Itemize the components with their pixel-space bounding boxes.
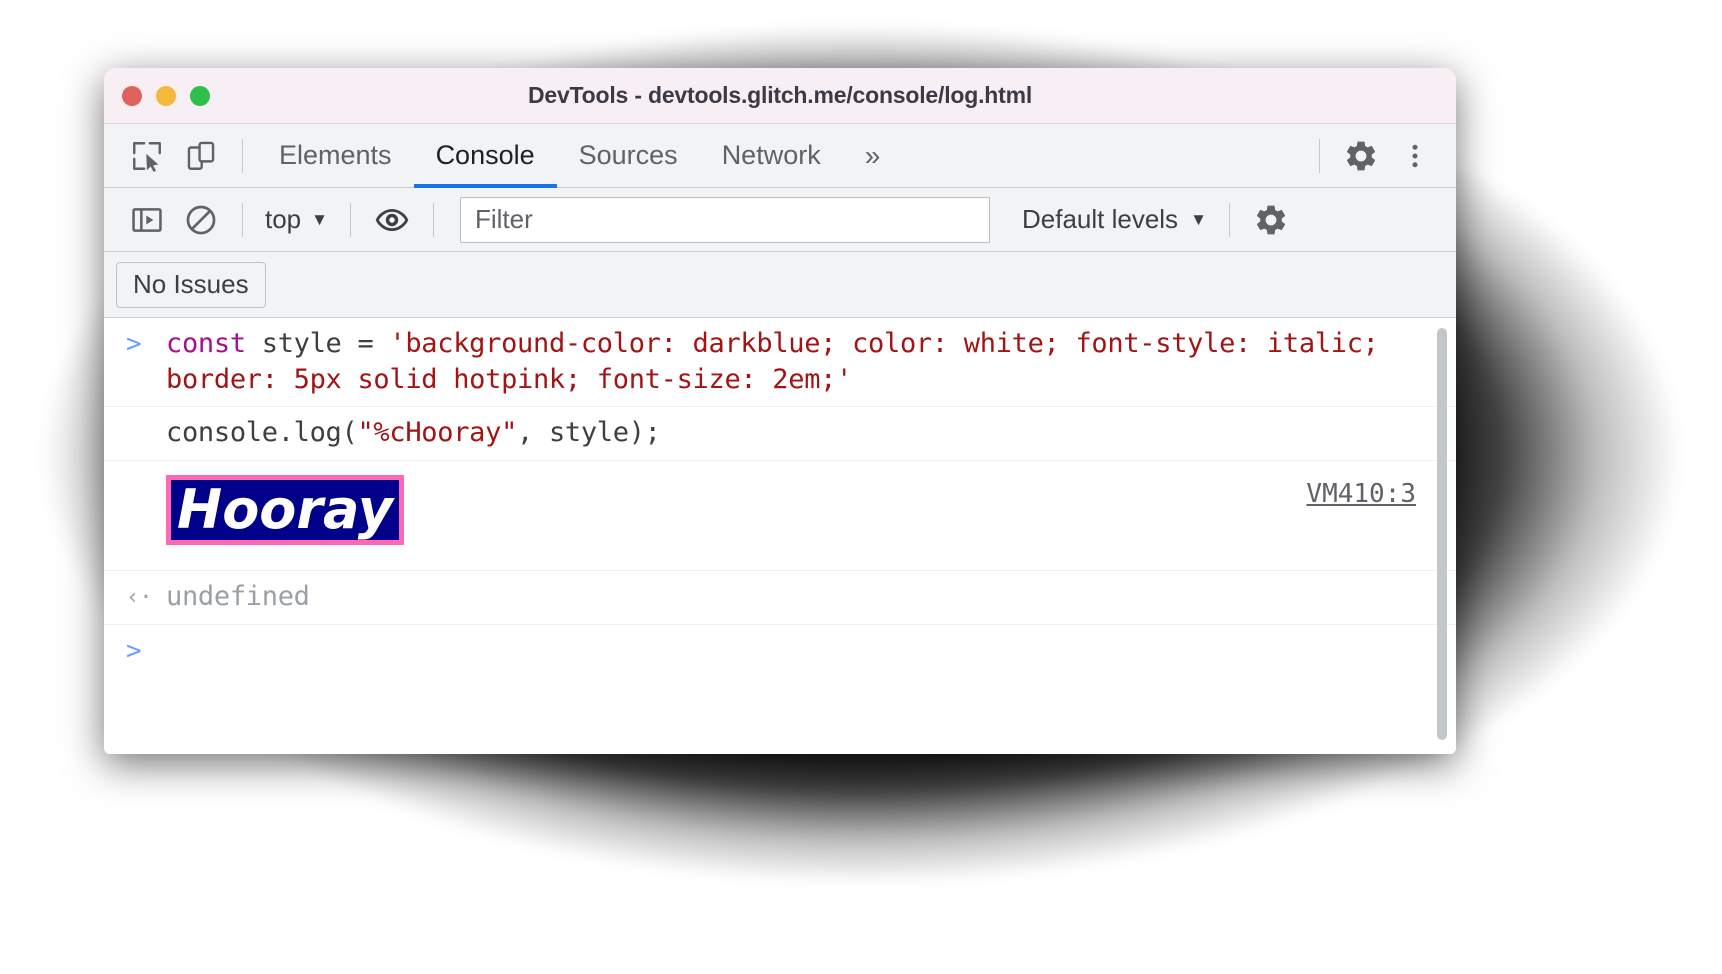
chevron-down-icon: ▼: [1190, 210, 1207, 229]
live-expression-icon[interactable]: [365, 193, 419, 247]
no-issues-label: No Issues: [133, 269, 249, 299]
console-log-expression: console.log("%cHooray", style);: [166, 415, 1426, 451]
code-token-plain: style =: [245, 328, 390, 359]
console-input-row[interactable]: > const style = 'background-color: darkb…: [104, 318, 1456, 408]
code-token-keyword: const: [166, 328, 246, 359]
no-issues-button[interactable]: No Issues: [116, 261, 266, 308]
tab-elements[interactable]: Elements: [257, 124, 414, 188]
issues-bar: No Issues: [104, 252, 1456, 318]
console-toolbar-divider-3: [432, 202, 434, 237]
devtools-tabstrip: Elements Console Sources Network »: [104, 124, 1456, 188]
window-titlebar: DevTools - devtools.glitch.me/console/lo…: [104, 68, 1456, 124]
console-toolbar-divider-4: [1228, 202, 1230, 237]
log-level-label: Default levels: [1021, 204, 1179, 234]
console-toolbar-divider-2: [349, 202, 351, 237]
prompt-arrow-icon: >: [126, 329, 142, 359]
code-token-plain: , style);: [517, 417, 661, 449]
screenshot-root: DevTools - devtools.glitch.me/console/lo…: [0, 0, 1722, 974]
gear-icon[interactable]: [1244, 193, 1298, 247]
chevron-down-icon: ▼: [311, 210, 328, 229]
maximize-window-button[interactable]: [190, 85, 210, 106]
console-log-call-row[interactable]: console.log("%cHooray", style);: [104, 407, 1456, 461]
code-token-plain: console.log(: [166, 417, 358, 449]
devtools-window: DevTools - devtools.glitch.me/console/lo…: [104, 68, 1456, 754]
minimize-window-button[interactable]: [156, 85, 176, 106]
console-output-row[interactable]: Hooray VM410:3: [104, 461, 1456, 571]
console-scrollbar-track[interactable]: [1437, 322, 1452, 750]
device-toolbar-icon[interactable]: [174, 129, 228, 183]
tab-elements-label: Elements: [279, 140, 392, 170]
toolbar-divider-right: [1319, 138, 1320, 173]
execution-context-selector[interactable]: top ▼: [257, 204, 336, 235]
source-location-link[interactable]: VM410:3: [1306, 479, 1416, 509]
tab-sources[interactable]: Sources: [557, 124, 700, 188]
tab-console-label: Console: [435, 140, 535, 170]
console-toolbar-divider-1: [242, 202, 243, 237]
console-prompt-row[interactable]: >: [104, 625, 1456, 669]
close-window-button[interactable]: [122, 85, 142, 106]
console-scrollbar-thumb[interactable]: [1437, 328, 1447, 740]
console-sidebar-icon[interactable]: [120, 193, 174, 247]
filter-input[interactable]: [459, 196, 990, 243]
window-controls: [122, 85, 210, 106]
console-input-expression: const style = 'background-color: darkblu…: [166, 326, 1426, 397]
more-tabs-button[interactable]: »: [843, 124, 903, 188]
result-arrow-icon: ‹·: [126, 584, 153, 610]
styled-log-output: Hooray: [166, 474, 404, 546]
chevron-double-right-icon: »: [864, 139, 881, 171]
tabstrip-actions: [1305, 129, 1456, 183]
more-vertical-icon[interactable]: [1388, 129, 1442, 183]
toolbar-divider: [242, 138, 243, 173]
prompt-arrow-icon: >: [126, 635, 142, 666]
console-result-value: undefined: [166, 580, 310, 612]
log-level-selector[interactable]: Default levels ▼: [1014, 204, 1215, 235]
tab-console[interactable]: Console: [413, 124, 557, 188]
code-token-string: "%cHooray": [357, 417, 518, 449]
gear-icon[interactable]: [1334, 129, 1388, 183]
console-toolbar: top ▼ Default levels ▼: [104, 188, 1456, 252]
window-title: DevTools - devtools.glitch.me/console/lo…: [527, 82, 1033, 108]
console-result-row[interactable]: ‹· undefined: [104, 571, 1456, 625]
inspect-element-icon[interactable]: [120, 129, 174, 183]
tab-network-label: Network: [721, 140, 821, 170]
clear-console-icon[interactable]: [174, 193, 228, 247]
tab-network[interactable]: Network: [700, 124, 843, 188]
tab-sources-label: Sources: [578, 140, 678, 170]
console-message-list[interactable]: > const style = 'background-color: darkb…: [104, 318, 1456, 754]
execution-context-label: top: [265, 204, 302, 234]
